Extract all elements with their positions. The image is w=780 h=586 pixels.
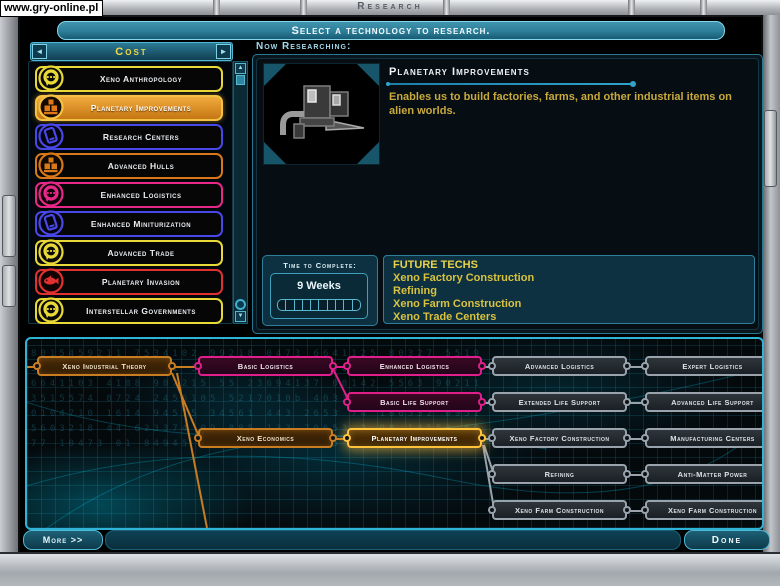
now-researching-label: Now Researching: [256, 41, 351, 52]
factory-icon [37, 93, 65, 121]
future-tech-item: Xeno Factory Construction [393, 272, 754, 285]
cost-prev-arrow-icon[interactable]: ◄ [32, 44, 47, 59]
scrollbar-thumb[interactable] [236, 75, 245, 85]
tree-node-label: Xeno Industrial Theory [62, 362, 146, 371]
tree-node-label: Xeno Factory Construction [509, 434, 609, 443]
factory-icon [37, 151, 65, 179]
future-tech-item: Xeno Farm Construction [393, 298, 754, 311]
tech-item-enhanced-logistics[interactable]: Enhanced Logistics [35, 182, 223, 208]
tree-node-label: Anti-Matter Power [678, 470, 748, 479]
scroll-down-icon[interactable]: ▼ [235, 311, 246, 322]
tech-preview-image [263, 63, 380, 165]
tablet-icon [37, 209, 65, 237]
tech-item-research-centers[interactable]: Research Centers [35, 124, 223, 150]
tree-node-label: Expert Logistics [682, 362, 742, 371]
tree-node-label: Advanced Logistics [525, 362, 594, 371]
tech-item-enhanced-miniturization[interactable]: Enhanced Miniturization [35, 211, 223, 237]
speech-bubble-icon [37, 238, 65, 266]
image-corner-decoration [357, 142, 379, 164]
tree-node-xeno-farm-construction[interactable]: Xeno Farm Construction [492, 500, 627, 520]
window-title: Research [0, 1, 780, 12]
tech-item-planetary-invasion[interactable]: Planetary Invasion [35, 269, 223, 295]
time-to-complete-label: Time to Complete: [263, 261, 377, 270]
rail-segment [2, 265, 16, 307]
tree-node-label: Xeno Economics [237, 434, 294, 443]
time-well: 9 Weeks [270, 273, 368, 319]
research-screen: Research www.gry-online.pl Select a tech… [0, 0, 780, 586]
tree-node-xeno-factory-construction[interactable]: Xeno Factory Construction [492, 428, 627, 448]
fish-icon [37, 267, 65, 295]
tree-node-anti-matter-power[interactable]: Anti-Matter Power [645, 464, 764, 484]
scroll-up-icon[interactable]: ▲ [235, 63, 246, 74]
tree-node-label: Xeno Farm Construction [668, 506, 757, 515]
time-to-complete-box: Time to Complete: 9 Weeks [262, 255, 378, 326]
tree-node-label: Basic Logistics [238, 362, 293, 371]
tree-node-xeno-economics[interactable]: Xeno Economics [198, 428, 333, 448]
tree-node-label: Manufacturing Centers [670, 434, 755, 443]
title-divider [388, 83, 633, 85]
tree-node-advanced-logistics[interactable]: Advanced Logistics [492, 356, 627, 376]
time-remaining-value: 9 Weeks [271, 280, 367, 292]
tech-item-advanced-trade[interactable]: Advanced Trade [35, 240, 223, 266]
tech-description: Enables us to build factories, farms, an… [389, 90, 751, 118]
scroll-handle[interactable] [764, 110, 777, 187]
image-corner-decoration [264, 142, 286, 164]
rail-segment [2, 195, 16, 257]
tree-node-basic-logistics[interactable]: Basic Logistics [198, 356, 333, 376]
tech-list-scrollbar[interactable]: ▲ ▼ [233, 61, 248, 324]
research-detail-panel: Planetary Improvements Enables us to bui… [252, 54, 763, 334]
tablet-icon [37, 122, 65, 150]
research-progress-bar [277, 299, 361, 311]
tree-node-manufacturing-centers[interactable]: Manufacturing Centers [645, 428, 764, 448]
tree-node-xeno-industrial-theory[interactable]: Xeno Industrial Theory [37, 356, 172, 376]
tree-node-label: Advanced Life Support [671, 398, 754, 407]
tree-node-advanced-life-support[interactable]: Advanced Life Support [645, 392, 764, 412]
tech-name: Planetary Improvements [389, 66, 530, 78]
tree-node-refining[interactable]: Refining [492, 464, 627, 484]
done-button[interactable]: Done [684, 530, 770, 550]
future-techs-header: FUTURE TECHS [393, 259, 754, 272]
speech-bubble-icon [37, 64, 65, 92]
tech-item-planetary-improvements[interactable]: Planetary Improvements [35, 95, 223, 121]
cost-panel-header: ◄ Cost ► [30, 42, 233, 61]
tech-item-xeno-anthropology[interactable]: Xeno Anthropology [35, 66, 223, 92]
image-corner-decoration [357, 64, 379, 86]
tech-tree-panel: 8015459211 7534102 99218 0473 6641125 80… [25, 337, 764, 530]
future-techs-box: FUTURE TECHS Xeno Factory Construction R… [383, 255, 755, 324]
tree-node-label: Xeno Farm Construction [515, 506, 604, 515]
tree-node-extended-life-support[interactable]: Extended Life Support [492, 392, 627, 412]
future-tech-item: Refining [393, 285, 754, 298]
site-watermark: www.gry-online.pl [0, 0, 103, 17]
tree-node-label: Basic Life Support [380, 398, 449, 407]
footer-bar [105, 530, 681, 550]
speech-bubble-icon [37, 180, 65, 208]
bottom-toolbar: 18.868 M 534 bc [0, 552, 780, 586]
tree-node-basic-life-support[interactable]: Basic Life Support [347, 392, 482, 412]
window-title-bar: Research [0, 0, 780, 17]
cost-panel-title: Cost [48, 46, 215, 58]
image-corner-decoration [264, 64, 286, 86]
tree-node-label: Refining [545, 470, 575, 479]
tree-node-label: Planetary Improvements [371, 434, 457, 443]
tree-node-enhanced-logistics[interactable]: Enhanced Logistics [347, 356, 482, 376]
cost-next-arrow-icon[interactable]: ► [216, 44, 231, 59]
tree-node-xeno-farm-construction-2[interactable]: Xeno Farm Construction [645, 500, 764, 520]
tree-node-expert-logistics[interactable]: Expert Logistics [645, 356, 764, 376]
future-tech-item: Xeno Trade Centers [393, 311, 754, 324]
tech-item-advanced-hulls[interactable]: Advanced Hulls [35, 153, 223, 179]
tree-node-label: Enhanced Logistics [380, 362, 450, 371]
speech-bubble-icon [37, 296, 65, 324]
tech-item-interstellar-governments[interactable]: Interstellar Governments [35, 298, 223, 324]
scrollbar-knob[interactable] [235, 299, 246, 310]
tree-node-planetary-improvements[interactable]: Planetary Improvements [347, 428, 482, 448]
tech-list: Xeno Anthropology Planetary Improvements [28, 61, 233, 324]
subtitle-bar: Select a technology to research. [57, 21, 725, 40]
more-button[interactable]: More >> [23, 530, 103, 550]
research-detail-content: Planetary Improvements Enables us to bui… [256, 58, 759, 330]
left-frame-rail [0, 15, 20, 552]
tree-node-label: Extended Life Support [519, 398, 601, 407]
